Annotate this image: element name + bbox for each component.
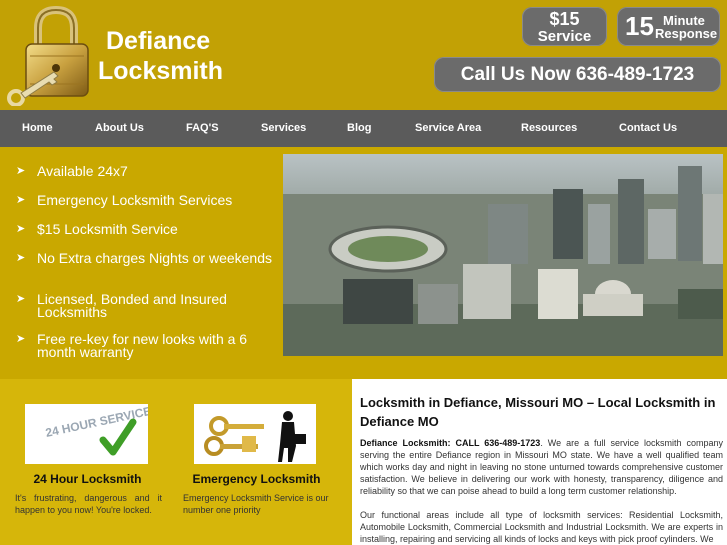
- nav-contact-us[interactable]: Contact Us: [619, 122, 677, 134]
- emergency-locksmith-image[interactable]: [194, 404, 316, 464]
- city-aerial-photo: [283, 154, 723, 356]
- badge-price-label: Service: [537, 28, 592, 45]
- city-skyline-image: [283, 154, 723, 356]
- nav-resources[interactable]: Resources: [521, 122, 577, 134]
- nav-about-us[interactable]: About Us: [95, 122, 144, 134]
- badge-response-label: Response: [655, 26, 718, 41]
- article-paragraph-1: Defiance Locksmith: CALL 636-489-1723. W…: [360, 437, 723, 497]
- fifteen-dollar-service-badge: $15 Service: [522, 7, 607, 46]
- arrow-bullet-icon: ➤: [16, 223, 26, 235]
- card-title-24-hour[interactable]: 24 Hour Locksmith: [20, 472, 155, 486]
- arrow-bullet-icon: ➤: [16, 293, 26, 305]
- badge-price: $15: [549, 9, 580, 29]
- badge-minutes: 15: [625, 11, 654, 41]
- feature-text: Available 24x7: [37, 163, 128, 179]
- keys-and-businessman-icon: [194, 404, 316, 464]
- article-lead-phone[interactable]: Defiance Locksmith: CALL 636-489-1723: [360, 438, 540, 448]
- feature-text: Licensed, Bonded and Insured Locksmiths: [37, 291, 227, 320]
- feature-text: $15 Locksmith Service: [37, 221, 178, 237]
- feature-text: Free re-key for new looks with a 6 month…: [37, 331, 248, 360]
- card-text-24-hour: It's frustrating, dangerous and it happe…: [15, 493, 162, 515]
- arrow-bullet-icon: ➤: [16, 252, 26, 264]
- fifteen-minute-response-badge: 15 Minute Response: [617, 7, 720, 46]
- site-header: Defiance Locksmith $15 Service 15 Minute…: [0, 0, 727, 110]
- article-heading: Locksmith in Defiance, Missouri MO – Loc…: [360, 395, 716, 429]
- card-title-emergency[interactable]: Emergency Locksmith: [188, 472, 325, 486]
- padlock-key-logo-icon[interactable]: [4, 6, 96, 106]
- nav-faqs[interactable]: FAQ'S: [186, 122, 219, 134]
- call-us-now-phone-button[interactable]: Call Us Now 636-489-1723: [434, 57, 721, 92]
- feature-text: Emergency Locksmith Services: [37, 192, 233, 208]
- main-navigation: Home About Us FAQ'S Services Blog Servic…: [0, 110, 727, 147]
- nav-service-area[interactable]: Service Area: [415, 122, 481, 134]
- feature-text: No Extra charges Nights or weekends: [37, 250, 272, 266]
- feature-list: ➤ Available 24x7 ➤ Emergency Locksmith S…: [0, 147, 283, 379]
- services-cards-panel: 24 HOUR SERVICE 24 Hour Locksmith It's f…: [0, 379, 352, 545]
- nav-blog[interactable]: Blog: [347, 122, 371, 134]
- card-text-emergency: Emergency Locksmith Service is our numbe…: [183, 493, 329, 515]
- brand-line-2: Locksmith: [98, 57, 224, 85]
- arrow-bullet-icon: ➤: [16, 333, 26, 345]
- 24-hour-service-image[interactable]: 24 HOUR SERVICE: [25, 404, 153, 464]
- nav-home[interactable]: Home: [22, 122, 53, 134]
- arrow-bullet-icon: ➤: [16, 165, 26, 177]
- brand-name[interactable]: Defiance Locksmith: [98, 26, 223, 86]
- brand-line-1: Defiance: [106, 27, 211, 55]
- 24-hour-service-checkmark-icon: 24 HOUR SERVICE: [25, 404, 153, 464]
- arrow-bullet-icon: ➤: [16, 194, 26, 206]
- article-paragraph-2: Our functional areas include all type of…: [360, 510, 723, 544]
- nav-services[interactable]: Services: [261, 122, 306, 134]
- main-article: Locksmith in Defiance, Missouri MO – Loc…: [352, 379, 727, 545]
